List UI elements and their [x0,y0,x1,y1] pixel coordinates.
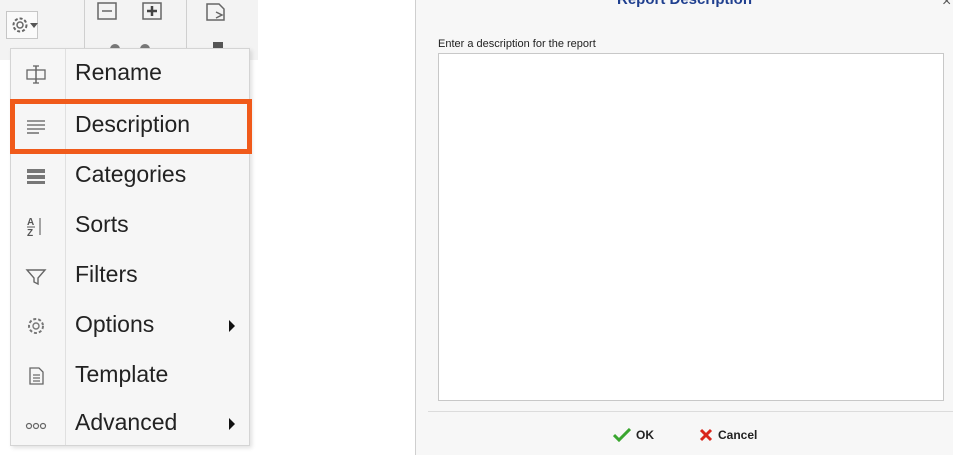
export-icon[interactable] [204,2,232,24]
more-icon [25,422,47,430]
menu-item-label: Rename [75,59,162,85]
menu-item-label: Filters [75,261,138,287]
filter-icon [25,269,47,286]
menu-item-template[interactable]: Template [11,351,251,401]
menu-item-options[interactable]: Options [11,301,251,351]
dialog-title: Report Description [416,0,953,8]
ok-label: OK [636,428,654,442]
gear-icon [12,17,28,33]
layout-icon[interactable] [96,2,120,22]
menu-item-categories[interactable]: Categories [11,151,251,201]
cross-icon [699,428,713,442]
settings-dropdown-button[interactable] [6,11,38,39]
rename-icon [26,65,46,84]
toolbar-divider [84,0,85,48]
toolbar-divider [186,0,187,48]
menu-item-rename[interactable]: Rename [11,49,251,99]
svg-text:A: A [27,217,34,228]
description-prompt: Enter a description for the report [438,38,596,50]
menu-item-label: Advanced [75,409,178,435]
description-textarea[interactable] [438,53,944,401]
menu-item-label: Template [75,361,169,387]
cancel-button[interactable]: Cancel [699,424,757,446]
report-description-dialog: Report Description × Enter a description… [415,0,953,455]
template-icon [29,367,44,385]
footer-divider [428,411,953,412]
menu-item-label: Sorts [75,211,129,237]
highlight-annotation [10,99,252,154]
chevron-down-icon [30,23,38,28]
add-icon[interactable] [141,2,165,22]
cancel-label: Cancel [718,428,758,442]
menu-item-label: Categories [75,161,187,187]
checkmark-icon [613,428,631,442]
ok-button[interactable]: OK [613,424,654,446]
menu-item-label: Options [75,311,155,337]
menu-item-advanced[interactable]: Advanced [11,399,251,449]
submenu-arrow-icon [229,320,235,332]
categories-icon [27,169,45,184]
menu-item-sorts[interactable]: A Z Sorts [11,201,251,251]
gear-icon [28,318,44,334]
close-icon[interactable]: × [942,0,951,11]
submenu-arrow-icon [229,418,235,430]
sort-az-icon: A Z [27,217,41,237]
svg-text:Z: Z [27,228,33,237]
menu-item-filters[interactable]: Filters [11,251,251,301]
